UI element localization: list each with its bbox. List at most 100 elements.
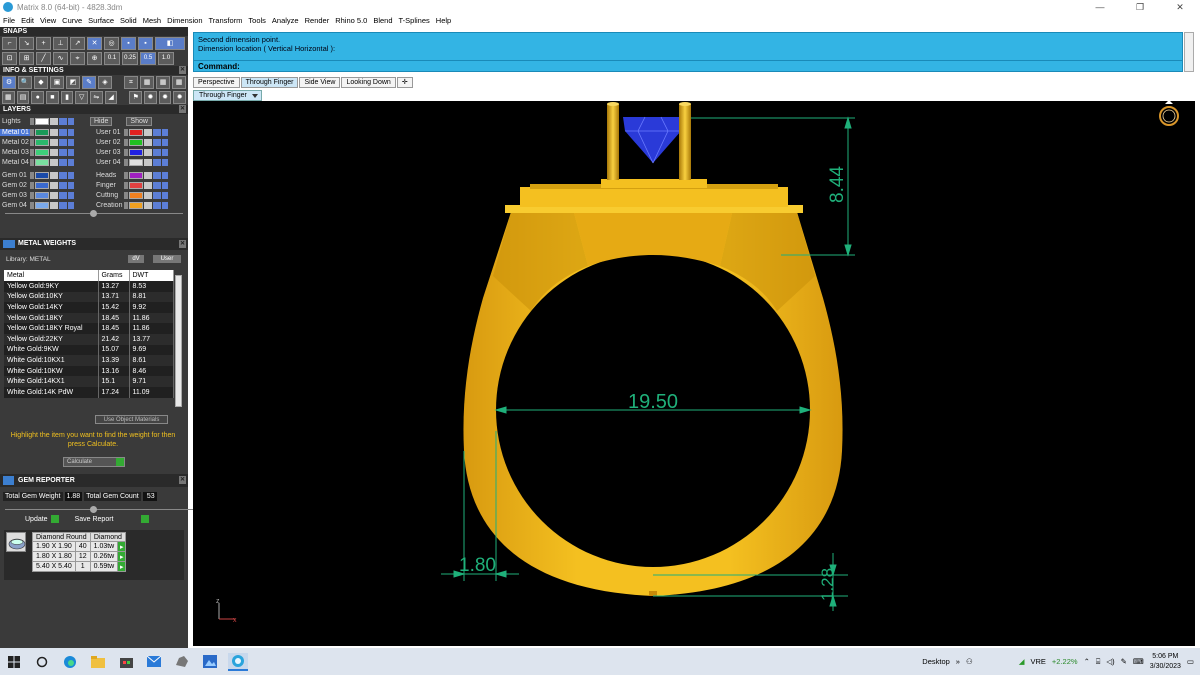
snap-point-icon[interactable]: + [36, 37, 51, 50]
layer-row[interactable]: Metal 04 [0, 157, 94, 167]
menu-help[interactable]: Help [436, 16, 451, 25]
layer-name[interactable]: Gem 01 [0, 172, 30, 179]
menu-surface[interactable]: Surface [88, 16, 114, 25]
gem-select-icon[interactable]: ▸ [117, 541, 127, 552]
table-row[interactable]: White Gold:9KW 15.07 9.69 [4, 344, 174, 356]
layer-expand-icon[interactable] [30, 191, 34, 199]
layer-row[interactable]: Gem 03 [0, 190, 94, 200]
layer-expand-icon[interactable] [124, 201, 128, 209]
layer-color-swatch[interactable] [35, 158, 49, 166]
layer-row[interactable]: User 02 [94, 137, 188, 147]
col-grams[interactable]: Grams [98, 270, 130, 281]
close-button[interactable]: ✕ [1160, 0, 1200, 14]
layer-lock-icon[interactable] [50, 158, 58, 166]
menu-dimension[interactable]: Dimension [167, 16, 202, 25]
layer-color-swatch[interactable] [129, 128, 143, 136]
layer-lock-icon[interactable] [144, 158, 152, 166]
layer-render-icon[interactable] [68, 128, 74, 136]
snap-int-icon[interactable]: ✕ [87, 37, 102, 50]
maximize-button[interactable]: ❐ [1120, 0, 1160, 14]
snap-knot-icon[interactable]: ⊞ [19, 52, 34, 65]
layer-lock-icon[interactable] [144, 191, 152, 199]
menu-edit[interactable]: Edit [21, 16, 34, 25]
layer-render-icon[interactable] [162, 181, 168, 189]
layer-visible-icon[interactable] [59, 181, 67, 189]
layer-render-icon[interactable] [68, 201, 74, 209]
layer-expand-icon[interactable] [124, 181, 128, 189]
sel-6-icon[interactable]: ✹ [144, 91, 157, 104]
tab-looking-down[interactable]: Looking Down [341, 77, 396, 88]
layers-view-icon[interactable]: ▤ [16, 91, 30, 104]
layer-color-swatch[interactable] [129, 191, 143, 199]
layer-visible-icon[interactable] [153, 138, 161, 146]
layer-visible-icon[interactable] [153, 148, 161, 156]
minimize-button[interactable]: — [1080, 0, 1120, 14]
layer-color-swatch[interactable] [129, 138, 143, 146]
calculate-button[interactable]: Calculate [63, 457, 125, 467]
gem-splitter-handle[interactable] [90, 506, 97, 513]
layer-name[interactable]: Finger [94, 182, 124, 189]
layer-name[interactable]: Gem 02 [0, 182, 30, 189]
menu-curve[interactable]: Curve [62, 16, 82, 25]
table-row[interactable]: Yellow Gold:10KY 13.71 8.81 [4, 291, 174, 303]
menu-blend[interactable]: Blend [373, 16, 392, 25]
layer-lock-icon[interactable] [50, 128, 58, 136]
col-dwt[interactable]: DWT [129, 270, 174, 281]
render-cube-icon[interactable]: ◆ [34, 76, 48, 89]
menu-mesh[interactable]: Mesh [143, 16, 161, 25]
menu-analyze[interactable]: Analyze [272, 16, 299, 25]
menu-view[interactable]: View [40, 16, 56, 25]
layer-expand-icon[interactable] [30, 171, 34, 179]
layer-expand-icon[interactable] [30, 181, 34, 189]
people-icon[interactable]: ⚇ [966, 657, 973, 666]
layer-row[interactable]: Heads [94, 170, 188, 180]
layer-row[interactable]: User 04 [94, 157, 188, 167]
snap-vert-icon[interactable]: ⊡ [2, 52, 17, 65]
layer-row[interactable]: Metal 01 [0, 127, 94, 137]
layer-name[interactable]: Metal 04 [0, 159, 30, 166]
table-row[interactable]: 1.90 X 1.90 40 1.03tw ▸ [32, 541, 127, 552]
photos-icon[interactable] [200, 653, 220, 671]
layer-expand-icon[interactable] [124, 158, 128, 166]
layer-row[interactable]: Finger [94, 180, 188, 190]
layer-row[interactable]: User 01 [94, 127, 188, 137]
layer-row[interactable]: Gem 02 [0, 180, 94, 190]
menu-tsplines[interactable]: T-Splines [399, 16, 430, 25]
layer-color-swatch[interactable] [35, 148, 49, 156]
grid-view-icon[interactable]: ▦ [2, 91, 15, 104]
layer-expand-icon[interactable] [124, 138, 128, 146]
col-diamond[interactable]: Diamond [89, 532, 127, 542]
layer-row[interactable]: Gem 01 [0, 170, 94, 180]
lights-swatch[interactable] [35, 117, 49, 125]
menu-file[interactable]: File [3, 16, 15, 25]
metal-weights-scrollbar[interactable] [175, 275, 182, 407]
layer-color-swatch[interactable] [35, 191, 49, 199]
layer-render-icon[interactable] [162, 128, 168, 136]
command-input[interactable]: Command: [193, 60, 1183, 72]
clock[interactable]: 5:06 PM 3/30/2023 [1150, 652, 1181, 672]
file-explorer-icon[interactable] [88, 653, 108, 671]
gem-icon[interactable]: ◈ [98, 76, 112, 89]
lights-render-icon[interactable] [68, 117, 74, 125]
tab-side-view[interactable]: Side View [299, 77, 341, 88]
layer-render-icon[interactable] [68, 191, 74, 199]
pipe-icon[interactable]: ◢ [104, 91, 118, 104]
search-icon[interactable]: 🔍 [18, 76, 32, 89]
layer-expand-icon[interactable] [124, 171, 128, 179]
layer-expand-icon[interactable] [124, 128, 128, 136]
menu-solid[interactable]: Solid [120, 16, 137, 25]
sel-2-icon[interactable]: ▦ [140, 76, 154, 89]
col-diamond-round[interactable]: Diamond Round [32, 532, 91, 542]
layer-row[interactable]: User 03 [94, 147, 188, 157]
menu-rhino[interactable]: Rhino 5.0 [335, 16, 367, 25]
command-scrollbar[interactable] [1184, 32, 1194, 72]
show-button[interactable]: Show [126, 116, 152, 126]
layer-expand-icon[interactable] [30, 201, 34, 209]
snap-perp-icon[interactable]: ◎ [104, 37, 119, 50]
layer-color-swatch[interactable] [35, 201, 49, 209]
tray-expand-icon[interactable]: » [956, 657, 960, 666]
layer-lock-icon[interactable] [144, 171, 152, 179]
snap-tan-icon[interactable]: ▪ [121, 37, 136, 50]
rhino-app-icon[interactable] [172, 653, 192, 671]
layer-lock-icon[interactable] [50, 171, 58, 179]
